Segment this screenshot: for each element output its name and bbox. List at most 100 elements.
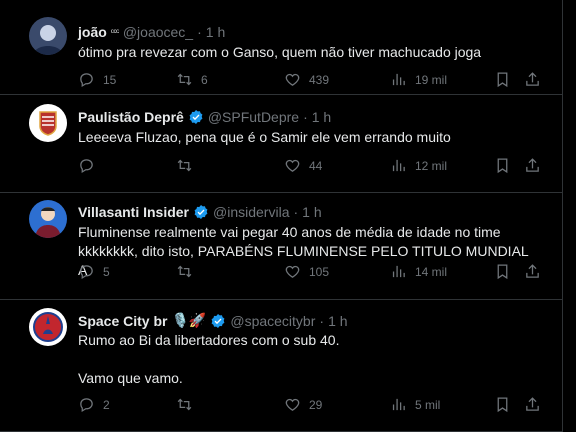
timestamp[interactable]: 1 h [312, 109, 331, 125]
avatar[interactable] [29, 200, 67, 238]
like-icon [285, 398, 300, 411]
bookmark-button[interactable] [494, 71, 511, 88]
like-icon [285, 73, 300, 86]
author-name[interactable]: Space City br [78, 313, 167, 329]
bookmark-icon [497, 264, 508, 280]
tweet-actions: 2 29 5 mil [78, 396, 542, 414]
author-name[interactable]: Villasanti Insider [78, 204, 189, 220]
views-button[interactable]: 14 mil [390, 263, 447, 280]
like-count: 439 [309, 72, 330, 87]
reply-count: 2 [103, 397, 110, 412]
tweet-text: ótimo pra revezar com o Ganso, quem não … [78, 44, 482, 60]
tweet-header: Villasanti Insider @insidervila · 1 h [78, 204, 322, 220]
author-handle[interactable]: @joaocec_ [123, 24, 193, 40]
reply-icon [80, 73, 93, 88]
tweet[interactable]: joão ᶜᶜᶜ @joaocec_ · 1 h ótimo pra revez… [0, 0, 562, 95]
tweet-text: Rumo ao Bi da libertadores com o sub 40.… [78, 332, 340, 386]
avatar[interactable] [29, 17, 67, 55]
share-button[interactable] [524, 396, 541, 413]
reply-icon [80, 159, 93, 174]
avatar[interactable] [29, 308, 67, 346]
share-icon [526, 158, 539, 172]
separator-dot: · [319, 312, 325, 329]
like-count: 44 [309, 158, 323, 173]
like-icon [285, 265, 300, 278]
tweet[interactable]: Paulistão Deprê @SPFutDepre · 1 h Leeeev… [0, 95, 562, 193]
reply-button[interactable]: 15 [78, 71, 116, 88]
reply-count: 15 [103, 72, 117, 87]
author-name[interactable]: joão [78, 24, 107, 40]
views-icon [392, 398, 405, 411]
tweet-actions: 44 12 mil [78, 157, 542, 175]
separator-dot: · [197, 24, 202, 40]
verified-icon [211, 313, 225, 328]
tweet[interactable]: Villasanti Insider @insidervila · 1 h Fl… [0, 193, 562, 300]
retweet-icon [177, 265, 192, 278]
like-count: 105 [309, 264, 330, 279]
bookmark-icon [497, 397, 508, 413]
reply-icon [80, 265, 93, 280]
tweet-header: Paulistão Deprê @SPFutDepre · 1 h [78, 109, 331, 125]
views-icon [392, 265, 405, 278]
views-icon [392, 159, 405, 172]
bookmark-button[interactable] [494, 396, 511, 413]
timestamp[interactable]: 1 h [206, 24, 225, 40]
bookmark-icon [497, 158, 508, 174]
tweet-header: Space City br 🎙️🚀 @spacecitybr · 1 h [78, 312, 348, 329]
views-button[interactable]: 12 mil [390, 157, 447, 174]
share-button[interactable] [524, 71, 541, 88]
reply-button[interactable] [78, 157, 103, 174]
reply-button[interactable]: 5 [78, 263, 110, 280]
views-count: 14 mil [415, 264, 448, 279]
like-button[interactable]: 439 [284, 71, 329, 88]
views-button[interactable]: 19 mil [390, 71, 447, 88]
views-count: 5 mil [415, 397, 441, 412]
retweet-icon [177, 398, 192, 411]
timeline-feed: joão ᶜᶜᶜ @joaocec_ · 1 h ótimo pra revez… [0, 0, 563, 432]
retweet-button[interactable] [176, 157, 201, 174]
bookmark-icon [497, 72, 508, 88]
reply-icon [80, 398, 93, 413]
like-button[interactable]: 29 [284, 396, 322, 413]
retweet-button[interactable] [176, 396, 201, 413]
timestamp[interactable]: 1 h [328, 313, 347, 329]
reply-count: 5 [103, 264, 110, 279]
tweet[interactable]: Space City br 🎙️🚀 @spacecitybr · 1 h Rum… [0, 300, 562, 432]
verified-icon [194, 205, 208, 219]
share-icon [526, 72, 539, 86]
views-icon [392, 73, 405, 86]
tweet-actions: 5 105 14 mil [78, 263, 542, 281]
views-count: 19 mil [415, 72, 448, 87]
author-name[interactable]: Paulistão Deprê [78, 109, 184, 125]
share-button[interactable] [524, 263, 541, 280]
share-icon [526, 397, 539, 411]
timestamp[interactable]: 1 h [302, 204, 321, 220]
author-handle[interactable]: @SPFutDepre [208, 109, 299, 125]
bookmark-button[interactable] [494, 157, 511, 174]
like-count: 29 [309, 397, 323, 412]
tweet-actions: 15 6 439 19 mil [78, 71, 542, 89]
author-handle[interactable]: @insidervila [213, 204, 289, 220]
retweet-button[interactable] [176, 263, 201, 280]
retweet-icon [177, 159, 192, 172]
views-button[interactable]: 5 mil [390, 396, 440, 413]
views-count: 12 mil [415, 158, 448, 173]
tweet-header: joão ᶜᶜᶜ @joaocec_ · 1 h [78, 24, 225, 40]
retweet-count: 6 [201, 72, 208, 87]
share-button[interactable] [524, 157, 541, 174]
author-handle[interactable]: @spacecitybr [230, 313, 315, 329]
like-button[interactable]: 105 [284, 263, 329, 280]
author-name-suffix: ᶜᶜᶜ [110, 27, 120, 37]
reply-button[interactable]: 2 [78, 396, 110, 413]
retweet-button[interactable]: 6 [176, 71, 208, 88]
like-button[interactable]: 44 [284, 157, 322, 174]
like-icon [285, 159, 300, 172]
author-name-emoji: 🎙️🚀 [171, 312, 207, 328]
share-icon [526, 264, 539, 278]
avatar[interactable] [29, 104, 67, 142]
separator-dot: · [293, 204, 299, 220]
verified-icon [189, 110, 203, 124]
tweet-text: Leeeeva Fluzao, pena que é o Samir ele v… [78, 129, 451, 145]
bookmark-button[interactable] [494, 263, 511, 280]
retweet-icon [177, 73, 192, 86]
